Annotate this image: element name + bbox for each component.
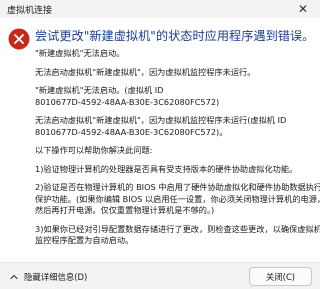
chevron-up-icon [10,274,18,280]
message-paragraph: "新建虚拟机"无法启动。 [35,48,125,58]
window-close-button[interactable]: ✕ [286,0,320,18]
error-message-body: "新建虚拟机"无法启动。 无法启动虚拟机"新建虚拟机"，因为虚拟机监控程序未运行… [35,48,320,247]
message-paragraph: 1)验证物理计算机的处理器是否具有受支持版本的硬件协助虚拟化功能。 [35,163,298,174]
close-button[interactable]: 关闭(C) [249,267,312,286]
message-paragraph: 2)验证是否在物理计算机的 BIOS 中启用了硬件协助虚拟化和硬件协助数据执行 … [35,182,320,215]
dialog-content: 尝试更改"新建虚拟机"的状态时应用程序遇到错误。 "新建虚拟机"无法启动。 无法… [0,18,320,262]
message-paragraph: 无法启动虚拟机"新建虚拟机"，因为虚拟机监控程序未运行(虚拟机 ID 80106… [35,115,287,137]
dialog-footer: 隐藏详细信息(D) 关闭(C) [0,262,320,289]
hide-details-toggle[interactable]: 隐藏详细信息(D) [8,271,87,283]
error-circle-icon [8,28,30,50]
error-heading: 尝试更改"新建虚拟机"的状态时应用程序遇到错误。 [35,29,315,43]
dialog-window: 虚拟机连接 ✕ 尝试更改"新建虚拟机"的状态时应用程序遇到错误。 "新建虚拟机"… [0,0,320,289]
message-paragraph: "新建虚拟机"无法启动。(虚拟机 ID 8010677D-4592-48AA-B… [35,85,220,107]
title-bar: 虚拟机连接 ✕ [0,0,320,18]
window-title: 虚拟机连接 [7,6,53,16]
hide-details-label: 隐藏详细信息(D) [24,272,88,282]
message-paragraph: 无法启动虚拟机"新建虚拟机"，因为虚拟机监控程序未运行。 [35,66,256,77]
message-paragraph: 3)如果你已经对引导配置数据存储进行了更改，则检查这些更改，以确保虚拟机 监控程… [35,223,320,246]
message-paragraph: 以下操作可以帮助你解决此问题: [35,145,153,155]
